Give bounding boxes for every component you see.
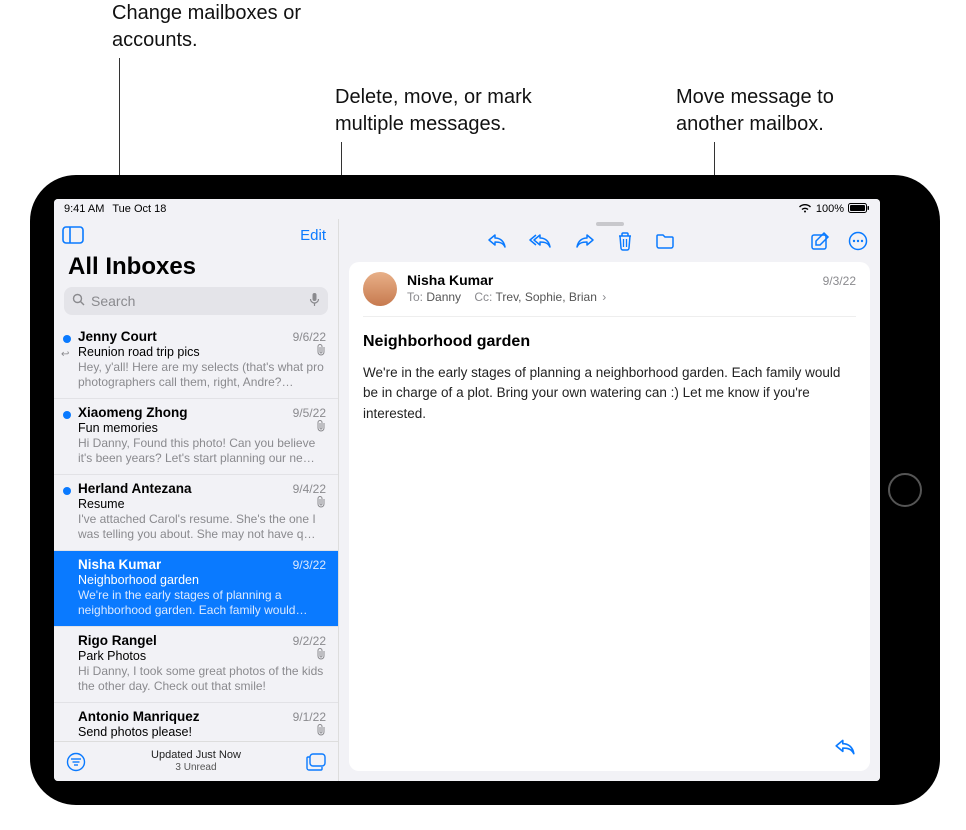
footer-unread: 3 Unread bbox=[151, 762, 241, 774]
move-folder-icon[interactable] bbox=[655, 233, 675, 249]
row-date: 9/2/22 bbox=[293, 634, 326, 648]
filter-button[interactable] bbox=[66, 752, 86, 772]
row-preview: Hi Danny, Found this photo! Can you beli… bbox=[78, 436, 326, 466]
message-row[interactable]: Nisha Kumar 9/3/22 Neighborhood gardenWe'r… bbox=[54, 551, 338, 627]
battery-icon bbox=[848, 203, 870, 216]
row-preview: We're in the early stages of planning a … bbox=[78, 588, 326, 618]
row-sender: Nisha Kumar bbox=[78, 557, 161, 572]
cc-label: Cc: bbox=[474, 290, 492, 304]
forward-icon[interactable] bbox=[575, 233, 595, 249]
unread-dot-icon bbox=[63, 487, 71, 495]
row-preview: I've attached Carol's resume. She's the … bbox=[78, 512, 326, 542]
message-row[interactable]: Rigo Rangel 9/2/22 Park PhotosHi Danny, I … bbox=[54, 627, 338, 703]
row-sender: Jenny Court bbox=[78, 329, 157, 344]
sidebar-footer: Updated Just Now 3 Unread bbox=[54, 741, 338, 781]
attachment-icon bbox=[316, 648, 326, 663]
row-sender: Rigo Rangel bbox=[78, 633, 157, 648]
callout-mailboxes: Change mailboxes or accounts. bbox=[112, 0, 342, 54]
row-subject: Reunion road trip pics bbox=[78, 345, 200, 359]
message-row[interactable]: Antonio Manriquez 9/1/22 Send photos pleas… bbox=[54, 703, 338, 741]
message-row[interactable]: Herland Antezana 9/4/22 ResumeI've attache… bbox=[54, 475, 338, 551]
reply-all-icon[interactable] bbox=[529, 233, 553, 249]
compose-icon[interactable] bbox=[810, 231, 830, 251]
attachment-icon bbox=[316, 724, 326, 739]
message-header[interactable]: Nisha Kumar 9/3/22 To: Danny Cc: Trev, S… bbox=[363, 272, 856, 317]
avatar bbox=[363, 272, 397, 306]
message-row[interactable]: Xiaomeng Zhong 9/5/22 Fun memoriesHi Danny… bbox=[54, 399, 338, 475]
to-label: To: bbox=[407, 290, 423, 304]
row-subject: Fun memories bbox=[78, 421, 158, 435]
row-sender: Xiaomeng Zhong bbox=[78, 405, 188, 420]
replied-icon: ↩ bbox=[61, 349, 69, 360]
row-date: 9/1/22 bbox=[293, 710, 326, 724]
reply-icon[interactable] bbox=[487, 233, 507, 249]
row-subject: Resume bbox=[78, 497, 125, 511]
reader-toolbar bbox=[339, 226, 880, 256]
row-preview: Hey, y'all! Here are my selects (that's … bbox=[78, 360, 326, 390]
sidebar-title: All Inboxes bbox=[54, 251, 338, 287]
dictate-icon[interactable] bbox=[309, 292, 320, 310]
reader-pane: Nisha Kumar 9/3/22 To: Danny Cc: Trev, S… bbox=[339, 219, 880, 781]
to-value: Danny bbox=[426, 290, 461, 304]
attachment-icon bbox=[316, 420, 326, 435]
row-preview: Hi Danny, Remember that awesome trip we … bbox=[78, 740, 326, 741]
message-card: Nisha Kumar 9/3/22 To: Danny Cc: Trev, S… bbox=[349, 262, 870, 771]
status-time: 9:41 AM bbox=[64, 203, 104, 215]
footer-updated: Updated Just Now bbox=[151, 749, 241, 762]
wifi-icon bbox=[798, 203, 812, 216]
row-preview: Hi Danny, I took some great photos of th… bbox=[78, 664, 326, 694]
message-row[interactable]: ↩ Jenny Court 9/6/22 Reunion road trip pics… bbox=[54, 323, 338, 399]
attachment-icon bbox=[316, 344, 326, 359]
row-subject: Send photos please! bbox=[78, 725, 192, 739]
attachment-icon bbox=[316, 496, 326, 511]
mail-app: Edit All Inboxes Search ↩ Jenny Court 9/6/… bbox=[54, 219, 880, 781]
windows-button[interactable] bbox=[306, 753, 326, 771]
unread-dot-icon bbox=[63, 411, 71, 419]
row-date: 9/6/22 bbox=[293, 330, 326, 344]
search-icon bbox=[72, 293, 85, 309]
screen: 9:41 AM Tue Oct 18 100% Ed bbox=[54, 199, 880, 781]
search-input[interactable]: Search bbox=[64, 287, 328, 315]
reader-date: 9/3/22 bbox=[823, 274, 856, 288]
row-sender: Antonio Manriquez bbox=[78, 709, 200, 724]
reader-body: We're in the early stages of planning a … bbox=[363, 363, 856, 424]
search-placeholder: Search bbox=[91, 293, 135, 309]
sidebar: Edit All Inboxes Search ↩ Jenny Court 9/6/… bbox=[54, 219, 339, 781]
cc-value: Trev, Sophie, Brian bbox=[496, 290, 597, 304]
sidebar-toolbar: Edit bbox=[54, 219, 338, 251]
ipad-frame: 9:41 AM Tue Oct 18 100% Ed bbox=[30, 175, 940, 805]
row-date: 9/3/22 bbox=[293, 558, 326, 572]
row-date: 9/5/22 bbox=[293, 406, 326, 420]
message-list[interactable]: ↩ Jenny Court 9/6/22 Reunion road trip pics… bbox=[54, 323, 338, 741]
row-subject: Park Photos bbox=[78, 649, 146, 663]
row-date: 9/4/22 bbox=[293, 482, 326, 496]
callout-edit: Delete, move, or mark multiple messages. bbox=[335, 84, 575, 138]
edit-button[interactable]: Edit bbox=[300, 227, 326, 244]
more-icon[interactable] bbox=[848, 231, 868, 251]
home-button[interactable] bbox=[888, 473, 922, 507]
reader-sender: Nisha Kumar bbox=[407, 272, 493, 288]
row-sender: Herland Antezana bbox=[78, 481, 192, 496]
callout-move: Move message to another mailbox. bbox=[676, 84, 906, 138]
status-date: Tue Oct 18 bbox=[112, 203, 166, 215]
chevron-right-icon: › bbox=[602, 290, 606, 304]
trash-icon[interactable] bbox=[617, 231, 633, 251]
mailboxes-button[interactable] bbox=[62, 226, 84, 244]
status-bar: 9:41 AM Tue Oct 18 100% bbox=[54, 199, 880, 219]
unread-dot-icon bbox=[63, 335, 71, 343]
reader-subject: Neighborhood garden bbox=[363, 333, 856, 351]
row-subject: Neighborhood garden bbox=[78, 573, 199, 587]
battery-percent: 100% bbox=[816, 203, 844, 215]
quick-reply-icon[interactable] bbox=[834, 738, 856, 761]
